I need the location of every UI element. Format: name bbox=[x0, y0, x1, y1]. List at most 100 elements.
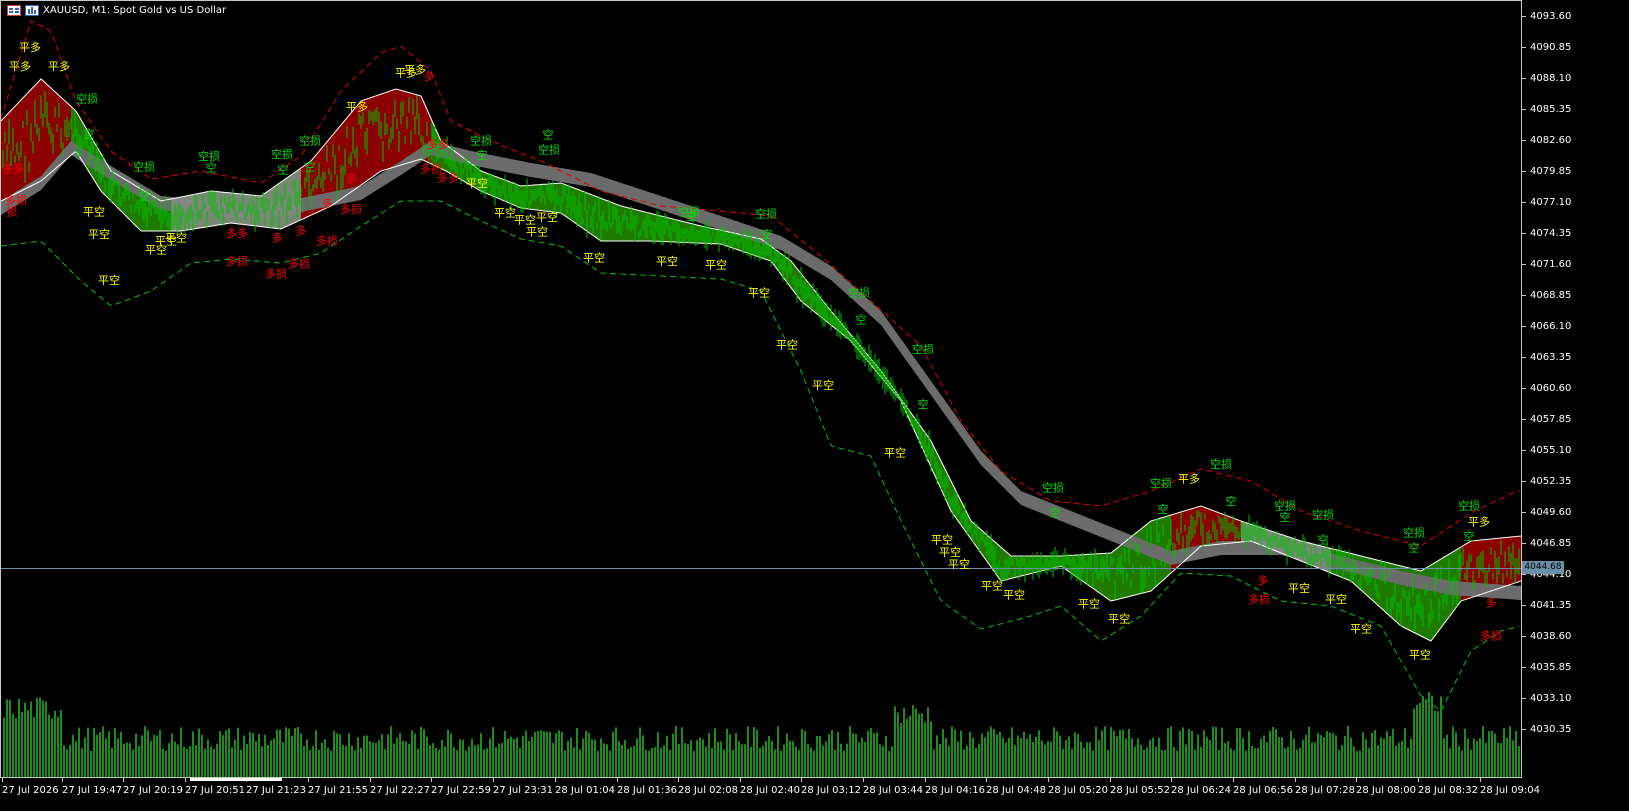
volume-bar bbox=[438, 749, 440, 777]
price-chart-canvas[interactable]: 平多平多 平多空损空多多多损损 平空平空平空空损空平空平空平空空损空多多多损多损多多… bbox=[1, 1, 1522, 778]
time-tick-label: 28 Jul 09:04 bbox=[1480, 778, 1540, 796]
volume-bar bbox=[564, 750, 566, 777]
volume-bar bbox=[1386, 731, 1388, 777]
volume-bar bbox=[573, 747, 575, 777]
volume-bar bbox=[285, 727, 287, 777]
signal-label: 平空 bbox=[83, 204, 105, 218]
volume-bar bbox=[543, 731, 545, 777]
time-tick-label: 28 Jul 05:52 bbox=[1110, 778, 1170, 796]
volume-bar bbox=[1167, 728, 1169, 777]
volume-bar bbox=[1038, 730, 1040, 777]
volume-bar bbox=[960, 730, 962, 777]
volume-bar bbox=[279, 729, 281, 777]
signal-label: 多损 bbox=[340, 202, 362, 216]
volume-bar bbox=[864, 742, 866, 777]
volume-bar bbox=[267, 744, 269, 777]
signal-label: 平多 bbox=[1178, 472, 1200, 486]
volume-bar bbox=[348, 733, 350, 777]
volume-bar bbox=[906, 718, 908, 777]
volume-bar bbox=[294, 728, 296, 777]
volume-bar bbox=[372, 742, 374, 777]
signal-label: 空 bbox=[762, 227, 773, 241]
volume-bar bbox=[1356, 750, 1358, 777]
volume-bar bbox=[1128, 728, 1130, 777]
volume-bar bbox=[876, 732, 878, 777]
volume-bar bbox=[360, 747, 362, 777]
volume-bar bbox=[900, 723, 902, 777]
volume-bar bbox=[942, 729, 944, 777]
volume-bar bbox=[357, 737, 359, 777]
volume-bar bbox=[234, 739, 236, 777]
volume-bar bbox=[315, 730, 317, 777]
volume-bar bbox=[363, 735, 365, 777]
volume-bar bbox=[1221, 727, 1223, 777]
volume-bar bbox=[984, 737, 986, 777]
signal-label: 平空 bbox=[494, 206, 516, 220]
volume-bar bbox=[444, 746, 446, 777]
volume-bar bbox=[69, 744, 71, 777]
volume-bar bbox=[27, 710, 29, 777]
volume-bar bbox=[21, 711, 23, 777]
volume-bar bbox=[81, 748, 83, 777]
signal-label: 平空 bbox=[1350, 622, 1372, 636]
volume-bar bbox=[1029, 734, 1031, 777]
price-tick-label: 4038.60 bbox=[1522, 630, 1571, 642]
time-axis[interactable]: 27 Jul 2026 27 Jul 19:47 27 Jul 20:19 27 Ju… bbox=[0, 778, 1540, 811]
price-tick-label: 4033.10 bbox=[1522, 692, 1571, 704]
volume-bar bbox=[567, 741, 569, 777]
volume-bar bbox=[720, 741, 722, 777]
volume-bar bbox=[603, 743, 605, 777]
volume-bar bbox=[1152, 737, 1154, 777]
volume-bar bbox=[798, 750, 800, 777]
volume-bar bbox=[651, 747, 653, 777]
volume-bar bbox=[669, 749, 671, 777]
volume-bar bbox=[1230, 748, 1232, 777]
time-tick-label: 27 Jul 19:47 bbox=[62, 778, 122, 796]
volume-bar bbox=[204, 748, 206, 777]
volume-bar bbox=[1449, 748, 1451, 777]
chart-plot-area[interactable]: 平多 平多 平多 空损空多多 多损损平空 平空 平空 空损空平空 平空 平空 空损空多多 多损 多损多多… bbox=[0, 0, 1522, 778]
volume-bar bbox=[801, 729, 803, 777]
volume-bar bbox=[639, 727, 641, 777]
signal-label: 空损 bbox=[538, 142, 560, 156]
price-axis[interactable]: 4093.60 4090.85 4088.10 4085.35 4082.60 4079.… bbox=[1522, 0, 1629, 778]
volume-bar bbox=[588, 732, 590, 777]
chart-window[interactable]: 平多 平多 平多 空损空多多 多损损平空 平空 平空 空损空平空 平空 平空 空损空多多 多损 多损多多… bbox=[0, 0, 1629, 811]
volume-bar bbox=[1131, 738, 1133, 777]
price-tick-label: 4074.35 bbox=[1522, 227, 1571, 239]
volume-bar bbox=[747, 726, 749, 777]
volume-bar bbox=[780, 750, 782, 777]
volume-bar bbox=[1383, 738, 1385, 777]
volume-bar bbox=[1359, 750, 1361, 777]
signal-label: 空损 bbox=[755, 207, 777, 221]
signal-label: 多损 bbox=[316, 234, 338, 248]
volume-bar bbox=[642, 735, 644, 777]
signal-label: 平空 bbox=[165, 230, 187, 244]
volume-bar bbox=[1014, 745, 1016, 777]
volume-bar bbox=[423, 729, 425, 777]
volume-bar bbox=[624, 739, 626, 777]
volume-bar bbox=[600, 738, 602, 777]
volume-bar bbox=[129, 743, 131, 777]
volume-bar bbox=[18, 698, 20, 777]
price-tick-label: 4060.60 bbox=[1522, 382, 1571, 394]
chart-scroll-marker[interactable] bbox=[190, 778, 282, 781]
volume-bar bbox=[1110, 727, 1112, 777]
volume-bar bbox=[894, 706, 896, 777]
volume-bar bbox=[1095, 726, 1097, 777]
volume-bar bbox=[90, 751, 92, 777]
volume-bar bbox=[216, 743, 218, 777]
time-tick-label: 28 Jul 03:12 bbox=[801, 778, 861, 796]
volume-bar bbox=[1485, 742, 1487, 777]
signal-label: 损 bbox=[7, 204, 18, 218]
volume-bar bbox=[1380, 737, 1382, 777]
volume-bar bbox=[546, 731, 548, 777]
volume-bar bbox=[1077, 733, 1079, 777]
volume-bar bbox=[597, 750, 599, 777]
volume-bar bbox=[1323, 737, 1325, 777]
volume-bar bbox=[1179, 730, 1181, 777]
volume-bar bbox=[420, 726, 422, 777]
signal-label: 空 bbox=[1226, 494, 1237, 508]
volume-bar bbox=[483, 749, 485, 777]
volume-bar bbox=[525, 730, 527, 777]
